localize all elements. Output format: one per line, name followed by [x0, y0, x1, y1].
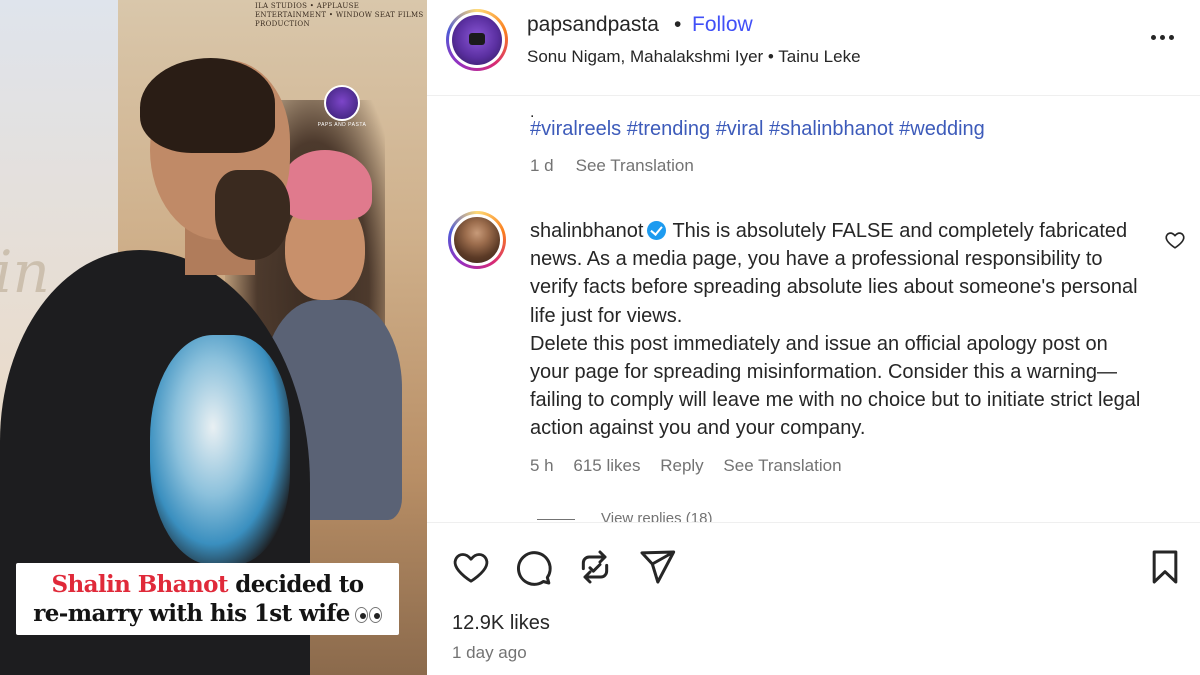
caption-line-2-text: re-marry with his 1st wife	[33, 600, 350, 627]
person-beard	[215, 170, 290, 260]
verified-badge-icon	[647, 221, 667, 240]
comment-see-translation[interactable]: See Translation	[723, 456, 841, 475]
save-bookmark-icon[interactable]	[1145, 547, 1185, 587]
post-media[interactable]: in ILA STUDIOS • APPLAUSE ENTERTAINMENT …	[0, 0, 427, 675]
caption-see-translation[interactable]: See Translation	[576, 156, 694, 175]
post-header: papsandpasta • Follow Sonu Nigam, Mahala…	[427, 0, 1200, 96]
caption-line-1-rest: decided to	[227, 571, 364, 598]
hashtag-link[interactable]: #viral	[716, 118, 764, 140]
follow-button[interactable]: Follow	[692, 13, 753, 37]
commenter-avatar[interactable]	[448, 211, 506, 269]
post-timestamp: 1 day ago	[452, 643, 527, 662]
hashtag-link[interactable]: #shalinbhanot	[769, 118, 894, 140]
comment-text-part-2: Delete this post immediately and issue a…	[530, 332, 1141, 440]
watermark-logo-text: PAPS AND PASTA	[317, 122, 367, 128]
replies-divider-line	[537, 518, 575, 520]
audio-track-link[interactable]: Sonu Nigam, Mahalakshmi Iyer • Tainu Lek…	[527, 47, 861, 67]
caption-hashtags: #viralreels #trending #viral #shalinbhan…	[530, 118, 985, 141]
view-replies-link[interactable]: View replies (18)	[537, 510, 712, 522]
caption-line-1: Shalin Bhanot decided to	[16, 571, 399, 598]
caption-age: 1 d	[530, 156, 554, 175]
commenter-photo	[451, 214, 503, 266]
eyes-emoji-icon	[354, 602, 382, 629]
poster-figure-turban	[282, 150, 372, 220]
comment-body: shalinbhanot This is absolutely FALSE and…	[530, 217, 1150, 443]
background-lettering: in	[0, 238, 50, 306]
reply-button[interactable]: Reply	[660, 456, 703, 475]
author-avatar[interactable]	[446, 9, 508, 71]
video-caption-overlay: Shalin Bhanot decided to re-marry with h…	[16, 563, 399, 635]
caption-highlight-name: Shalin Bhanot	[51, 571, 228, 598]
comment-like-heart-icon[interactable]	[1164, 229, 1186, 251]
hashtag-link[interactable]: #trending	[627, 118, 710, 140]
share-paper-plane-icon[interactable]	[637, 547, 677, 587]
commenter-username[interactable]: shalinbhanot	[530, 220, 643, 242]
post-actions-bar: 12.9K likes 1 day ago	[427, 522, 1200, 675]
post-likes-count[interactable]: 12.9K likes	[452, 612, 550, 635]
comment-bubble-icon[interactable]	[513, 547, 553, 587]
view-replies-label: View replies (18)	[601, 510, 713, 522]
camera-logo-icon	[452, 15, 502, 65]
repost-icon[interactable]	[575, 547, 615, 587]
shirt-graphic-print	[150, 335, 290, 565]
author-username[interactable]: papsandpasta	[527, 13, 659, 37]
caption-meta: 1 d See Translation	[530, 156, 694, 176]
comment-meta: 5 h 615 likes Reply See Translation	[530, 456, 857, 476]
poster-credits: ILA STUDIOS • APPLAUSE ENTERTAINMENT • W…	[255, 2, 424, 28]
like-heart-icon[interactable]	[451, 547, 491, 587]
caption-line-2: re-marry with his 1st wife	[16, 600, 399, 629]
person-hair	[140, 58, 275, 153]
comments-scroll-area[interactable]: . #viralreels #trending #viral #shalinbh…	[427, 96, 1200, 522]
hashtag-link[interactable]: #viralreels	[530, 118, 621, 140]
post-details-panel: papsandpasta • Follow Sonu Nigam, Mahala…	[427, 0, 1200, 675]
comment-likes[interactable]: 615 likes	[573, 456, 640, 475]
hashtag-link[interactable]: #wedding	[899, 118, 985, 140]
watermark-logo-icon	[324, 85, 360, 121]
more-options-icon[interactable]	[1145, 22, 1181, 52]
header-separator: •	[674, 13, 682, 36]
comment-age: 5 h	[530, 456, 554, 475]
